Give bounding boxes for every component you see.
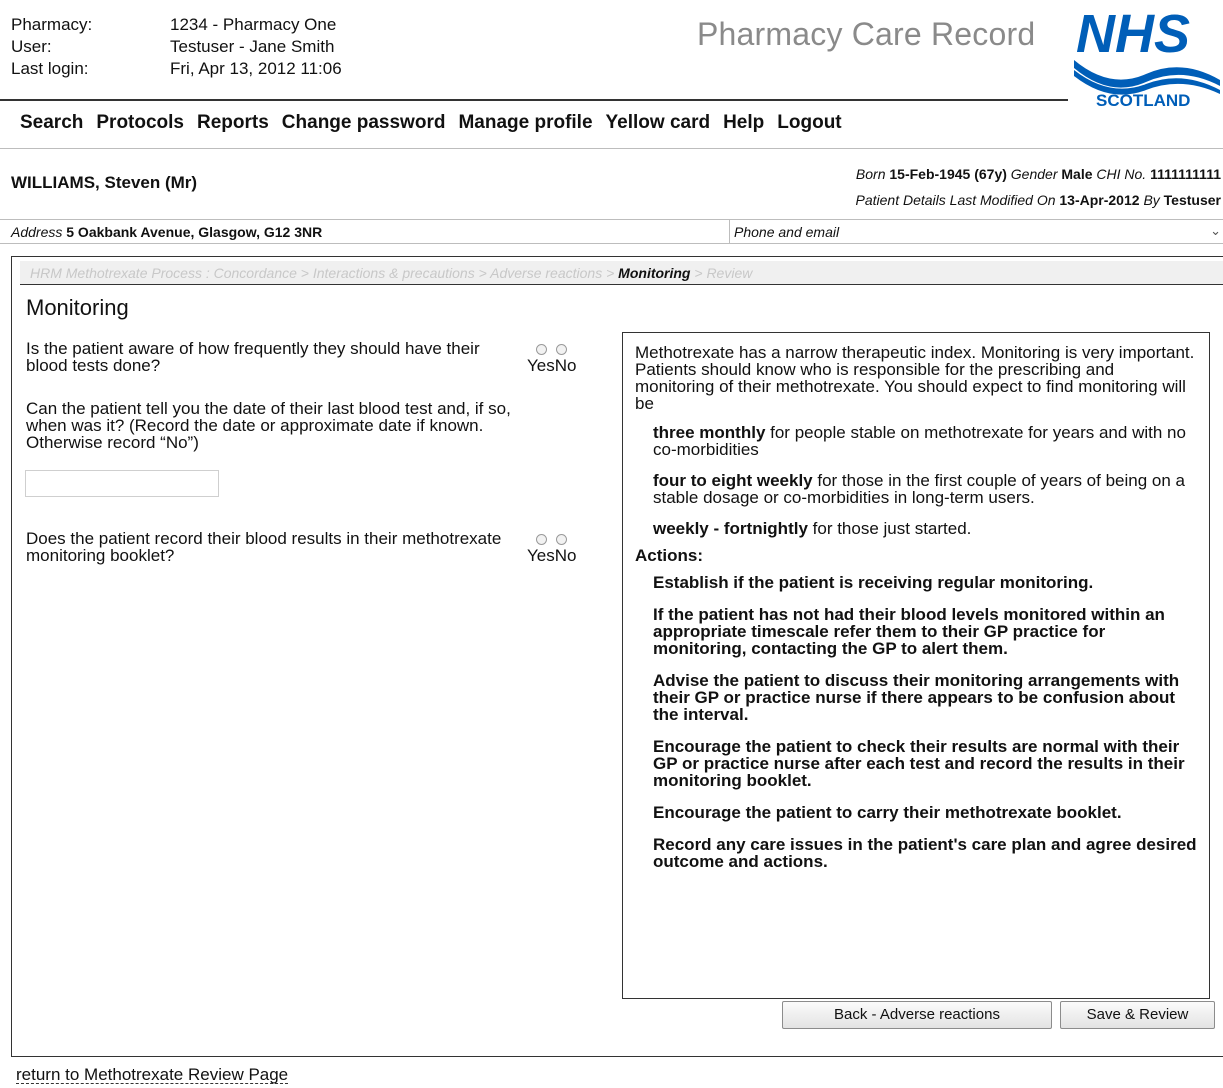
guidance-item: four to eight weekly for those in the fi… [653,471,1185,507]
question-last-blood-test-date: Can the patient tell you the date of the… [26,399,511,452]
address-value: 5 Oakbank Avenue, Glasgow, G12 3NR [66,224,323,240]
radio-yes-label: Yes [527,546,555,565]
main-nav: Search Protocols Reports Change password… [20,112,855,134]
question-blood-test-frequency: Is the patient aware of how frequently t… [26,339,480,375]
chevron-down-icon: ⌄ [1210,223,1221,238]
last-login-value: Fri, Apr 13, 2012 11:06 [170,59,342,78]
last-blood-test-input[interactable] [25,470,219,497]
nhs-scotland-logo: NHS SCOTLAND [1074,4,1220,110]
nav-logout[interactable]: Logout [777,112,841,134]
guidance-item: three monthly for people stable on metho… [653,423,1186,459]
modified-by-value: Testuser [1163,192,1221,208]
nav-manage-profile[interactable]: Manage profile [458,112,592,134]
patient-details: Born 15-Feb-1945 (67y) Gender Male CHI N… [856,161,1222,213]
session-info: Pharmacy: 1234 - Pharmacy One User: Test… [11,14,342,80]
last-login-row: Last login: Fri, Apr 13, 2012 11:06 [11,58,342,80]
phone-email-label: Phone and email [734,224,840,240]
patient-banner: WILLIAMS, Steven (Mr) Born 15-Feb-1945 (… [0,148,1223,244]
nav-change-password[interactable]: Change password [282,112,446,134]
radio-group-records-results: YesNo [527,534,576,566]
monitoring-guidance-box: Methotrexate has a narrow therapeutic in… [622,332,1210,999]
return-review-link[interactable]: return to Methotrexate Review Page [16,1066,289,1084]
patient-address: Address 5 Oakbank Avenue, Glasgow, G12 3… [11,224,322,240]
born-value: 15-Feb-1945 [889,166,971,182]
radio-no-label: No [554,546,577,565]
radio-no-frequency[interactable] [556,344,568,355]
action-item: Encourage the patient to check their res… [653,737,1185,790]
last-login-label: Last login: [11,59,89,78]
gender-value: Male [1061,166,1093,182]
header-divider [0,99,1068,101]
patient-name: WILLIAMS, Steven (Mr) [11,173,198,192]
modified-value: 13-Apr-2012 [1059,192,1140,208]
guidance-item: weekly - fortnightly for those just star… [653,519,972,538]
address-label: Address [11,224,63,240]
user-label: User: [11,37,52,56]
patient-demographics: Born 15-Feb-1945 (67y) Gender Male CHI N… [855,161,1221,187]
breadcrumb-previous: HRM Methotrexate Process : Concordance >… [30,265,615,281]
pharmacy-value: 1234 - Pharmacy One [170,15,337,34]
radio-group-blood-test-frequency: YesNo [527,344,576,376]
page-title: Monitoring [26,295,129,320]
guidance-intro: Methotrexate has a narrow therapeutic in… [635,343,1195,413]
action-item: Encourage the patient to carry their met… [653,803,1122,822]
main-panel: HRM Methotrexate Process : Concordance >… [11,256,1223,1057]
user-row: User: Testuser - Jane Smith [11,36,342,58]
nav-help[interactable]: Help [723,112,764,134]
user-value: Testuser - Jane Smith [170,37,335,56]
action-item: Record any care issues in the patient's … [653,835,1197,871]
gender-label: Gender [1010,166,1058,182]
radio-yes-frequency[interactable] [536,344,548,355]
action-item: If the patient has not had their blood l… [653,605,1165,658]
pharmacy-label: Pharmacy: [11,15,93,34]
radio-no-label: No [554,356,577,375]
patient-modified: Patient Details Last Modified On 13-Apr-… [856,187,1222,213]
actions-heading: Actions: [635,546,703,565]
pharmacy-row: Pharmacy: 1234 - Pharmacy One [11,14,342,36]
app-title: Pharmacy Care Record [697,16,1036,52]
age-value: (67y) [974,166,1007,182]
scotland-logo-text: SCOTLAND [1096,91,1190,110]
nav-reports[interactable]: Reports [197,112,269,134]
save-review-button[interactable]: Save & Review [1060,1001,1215,1029]
modified-by-label: By [1143,192,1160,208]
phone-email-dropdown[interactable]: Phone and email ⌄ [729,220,1223,243]
modified-label: Patient Details Last Modified On [855,192,1056,208]
chi-label: CHI No. [1096,166,1147,182]
born-label: Born [855,166,886,182]
radio-no-records[interactable] [556,534,568,545]
back-adverse-reactions-button[interactable]: Back - Adverse reactions [782,1001,1052,1029]
nhs-logo-text: NHS [1076,4,1190,64]
breadcrumb-current: Monitoring [618,265,691,281]
radio-yes-label: Yes [527,356,555,375]
address-row: Address 5 Oakbank Avenue, Glasgow, G12 3… [0,219,1223,243]
action-item: Establish if the patient is receiving re… [653,573,1094,592]
radio-yes-records[interactable] [536,534,548,545]
action-item: Advise the patient to discuss their moni… [653,671,1180,724]
breadcrumb-next: > Review [694,265,753,281]
nav-protocols[interactable]: Protocols [96,112,184,134]
breadcrumb: HRM Methotrexate Process : Concordance >… [20,261,1223,285]
nav-yellow-card[interactable]: Yellow card [606,112,711,134]
nav-search[interactable]: Search [20,112,83,134]
chi-value: 1111111111 [1150,166,1221,182]
question-records-blood-results: Does the patient record their blood resu… [26,529,502,565]
